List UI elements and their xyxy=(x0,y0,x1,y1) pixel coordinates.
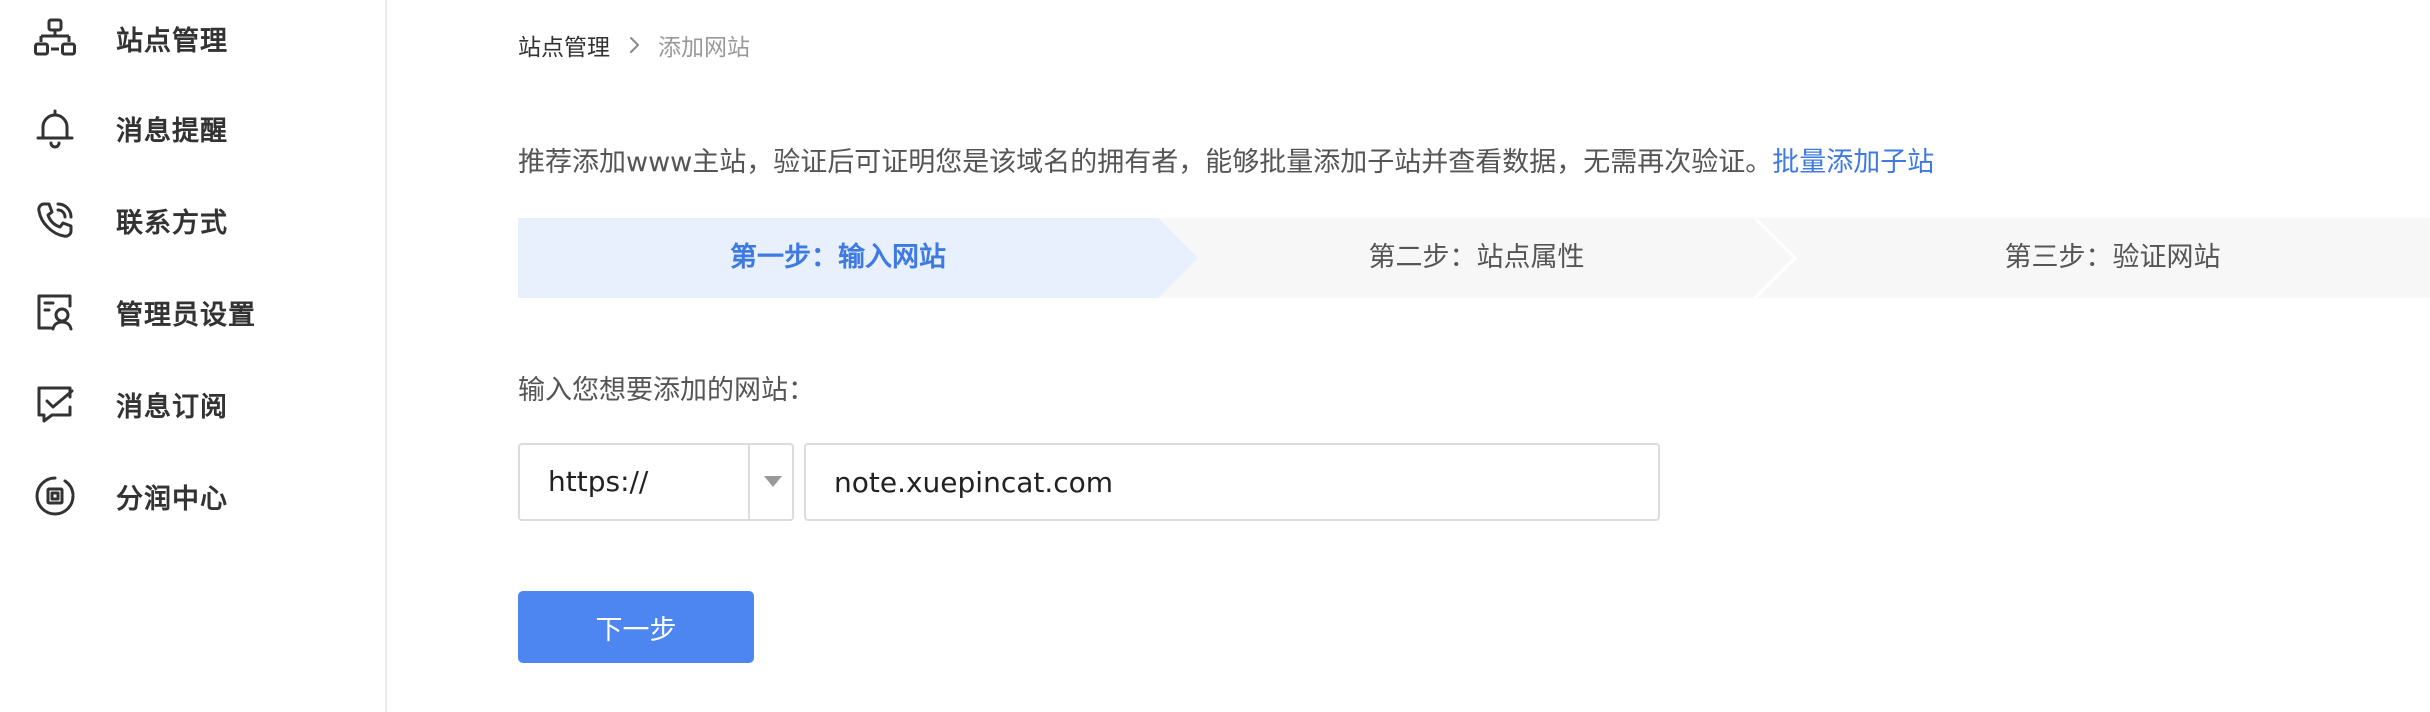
admin-user-icon xyxy=(34,291,76,333)
next-step-button[interactable]: 下一步 xyxy=(518,591,754,663)
protocol-divider xyxy=(748,445,750,519)
sidebar-item-notifications[interactable]: 消息提醒 xyxy=(0,88,385,168)
sidebar: 站点管理 消息提醒 联系方式 管理员设置 消息订阅 分润中心 xyxy=(0,0,387,712)
caret-down-icon[interactable] xyxy=(762,472,784,492)
breadcrumb: 站点管理 添加网站 xyxy=(518,28,750,62)
sidebar-item-site-management[interactable]: 站点管理 xyxy=(0,0,385,78)
sitemap-icon xyxy=(34,17,76,59)
sidebar-item-subscriptions[interactable]: 消息订阅 xyxy=(0,364,385,444)
coin-icon xyxy=(34,475,76,517)
main-content: 站点管理 添加网站 推荐添加www主站，验证后可证明您是该域名的拥有者，能够批量… xyxy=(388,0,2430,712)
chevron-right-icon xyxy=(624,35,644,55)
protocol-value: https:// xyxy=(548,465,649,498)
breadcrumb-parent-link[interactable]: 站点管理 xyxy=(518,28,610,62)
page-root: 站点管理 消息提醒 联系方式 管理员设置 消息订阅 分润中心 站点管理 添加网站… xyxy=(0,0,2430,712)
bell-icon xyxy=(34,107,76,149)
step-3: 第三步：验证网站 xyxy=(2004,242,2221,273)
sidebar-item-label: 联系方式 xyxy=(116,207,228,239)
sidebar-item-label: 消息订阅 xyxy=(116,391,228,423)
sidebar-item-admin-settings[interactable]: 管理员设置 xyxy=(0,272,385,352)
sidebar-item-label: 分润中心 xyxy=(116,483,228,515)
sidebar-item-contact[interactable]: 联系方式 xyxy=(0,180,385,260)
intro-description: 推荐添加www主站，验证后可证明您是该域名的拥有者，能够批量添加子站并查看数据，… xyxy=(518,147,1773,178)
website-field-label: 输入您想要添加的网站： xyxy=(518,375,815,406)
step-2: 第二步：站点属性 xyxy=(1368,242,1585,273)
sidebar-item-label: 管理员设置 xyxy=(116,299,256,331)
intro-text: 推荐添加www主站，验证后可证明您是该域名的拥有者，能够批量添加子站并查看数据，… xyxy=(518,140,1934,179)
step-1: 第一步：输入网站 xyxy=(730,242,946,273)
batch-add-subsites-link[interactable]: 批量添加子站 xyxy=(1772,147,1934,178)
website-url-input[interactable] xyxy=(804,443,1660,521)
sidebar-item-revenue-share[interactable]: 分润中心 xyxy=(0,456,385,536)
breadcrumb-current: 添加网站 xyxy=(658,35,750,61)
sidebar-item-label: 消息提醒 xyxy=(116,115,228,147)
message-check-icon xyxy=(34,383,76,425)
protocol-select[interactable]: https:// xyxy=(518,443,794,521)
phone-icon xyxy=(34,199,76,241)
sidebar-item-label: 站点管理 xyxy=(116,25,228,57)
steps-bar: 第一步：输入网站 第二步：站点属性 第三步：验证网站 xyxy=(518,218,2430,298)
